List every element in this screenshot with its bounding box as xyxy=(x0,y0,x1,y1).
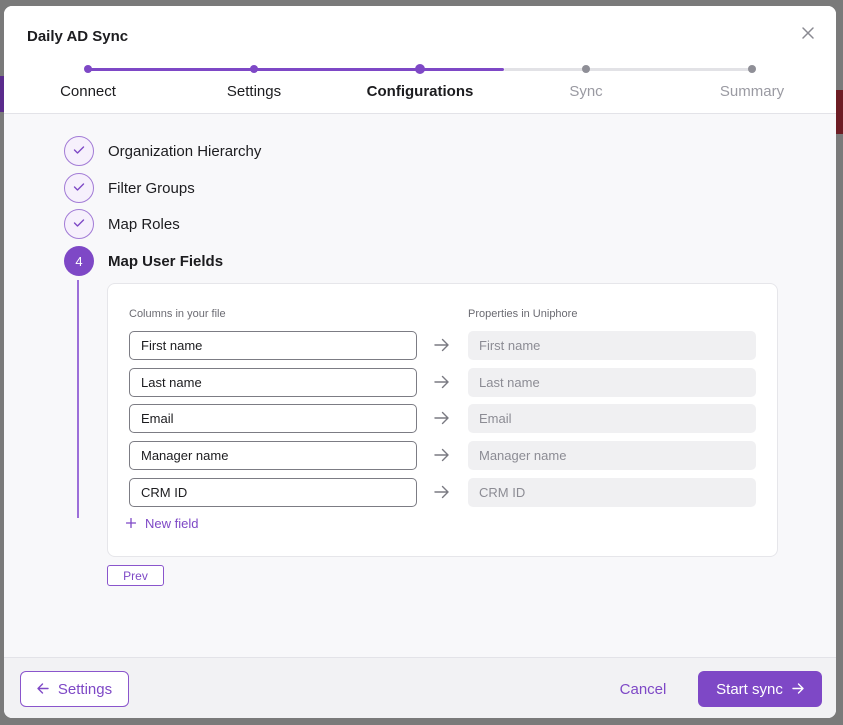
arrow-right-icon xyxy=(432,408,452,428)
check-icon xyxy=(73,142,85,160)
arrow-right-icon xyxy=(792,681,804,698)
property-field[interactable]: CRM ID xyxy=(468,478,756,507)
step-dot-configurations xyxy=(415,64,425,74)
arrow-right-icon xyxy=(432,372,452,392)
step-dot-sync xyxy=(582,65,590,73)
substep-label: Filter Groups xyxy=(108,180,195,197)
field-mapping-card: Columns in your file Properties in Uniph… xyxy=(107,283,778,557)
columns-header: Columns in your file xyxy=(129,308,226,320)
check-icon xyxy=(73,179,85,197)
arrow-right-icon xyxy=(432,445,452,465)
column-field[interactable]: Email xyxy=(129,404,417,433)
plus-icon xyxy=(125,516,137,531)
back-to-settings-button[interactable]: Settings xyxy=(20,671,129,707)
step-sync: Sync xyxy=(569,83,603,100)
arrow-right-icon xyxy=(432,335,452,355)
stepper-track-completed xyxy=(88,68,504,71)
substep-label: Map Roles xyxy=(108,216,180,233)
start-sync-button[interactable]: Start sync xyxy=(698,671,822,707)
property-field[interactable]: Email xyxy=(468,404,756,433)
substep-done-badge xyxy=(64,209,94,239)
property-field[interactable]: Last name xyxy=(468,368,756,397)
step-summary: Summary xyxy=(719,83,785,100)
substep-done-badge xyxy=(64,173,94,203)
new-field-label: New field xyxy=(145,516,199,531)
start-sync-label: Start sync xyxy=(716,680,783,698)
column-field[interactable]: Manager name xyxy=(129,441,417,470)
substep-done-badge xyxy=(64,136,94,166)
stepper-track-remaining xyxy=(504,68,754,71)
step-configurations[interactable]: Configurations xyxy=(350,83,490,100)
column-field[interactable]: Last name xyxy=(129,368,417,397)
close-icon[interactable] xyxy=(796,21,820,45)
sync-dialog: Daily AD Sync Connect Settings Configura… xyxy=(4,6,836,718)
dialog-footer: Settings Cancel Start sync xyxy=(4,657,836,718)
property-field[interactable]: Manager name xyxy=(468,441,756,470)
column-field[interactable]: CRM ID xyxy=(129,478,417,507)
backdrop-fragment xyxy=(836,90,843,134)
step-dot-settings xyxy=(250,65,258,73)
arrow-right-icon xyxy=(432,482,452,502)
dialog-header: Daily AD Sync Connect Settings Configura… xyxy=(4,6,836,114)
substep-connector xyxy=(77,280,79,518)
substep-label-active: Map User Fields xyxy=(108,253,224,270)
substep-number-badge: 4 xyxy=(64,246,94,276)
dialog-title: Daily AD Sync xyxy=(27,28,129,45)
step-connect[interactable]: Connect xyxy=(18,83,158,100)
arrow-left-icon xyxy=(37,681,49,698)
step-dot-connect xyxy=(84,65,92,73)
check-icon xyxy=(73,215,85,233)
column-field[interactable]: First name xyxy=(129,331,417,360)
properties-header: Properties in Uniphore xyxy=(468,308,578,320)
prev-button[interactable]: Prev xyxy=(107,565,164,586)
substep-label: Organization Hierarchy xyxy=(108,143,262,160)
step-dot-summary xyxy=(748,65,756,73)
new-field-button[interactable]: New field xyxy=(125,516,199,531)
back-button-label: Settings xyxy=(57,680,113,698)
step-settings[interactable]: Settings xyxy=(184,83,324,100)
cancel-button[interactable]: Cancel xyxy=(602,671,684,707)
property-field[interactable]: First name xyxy=(468,331,756,360)
